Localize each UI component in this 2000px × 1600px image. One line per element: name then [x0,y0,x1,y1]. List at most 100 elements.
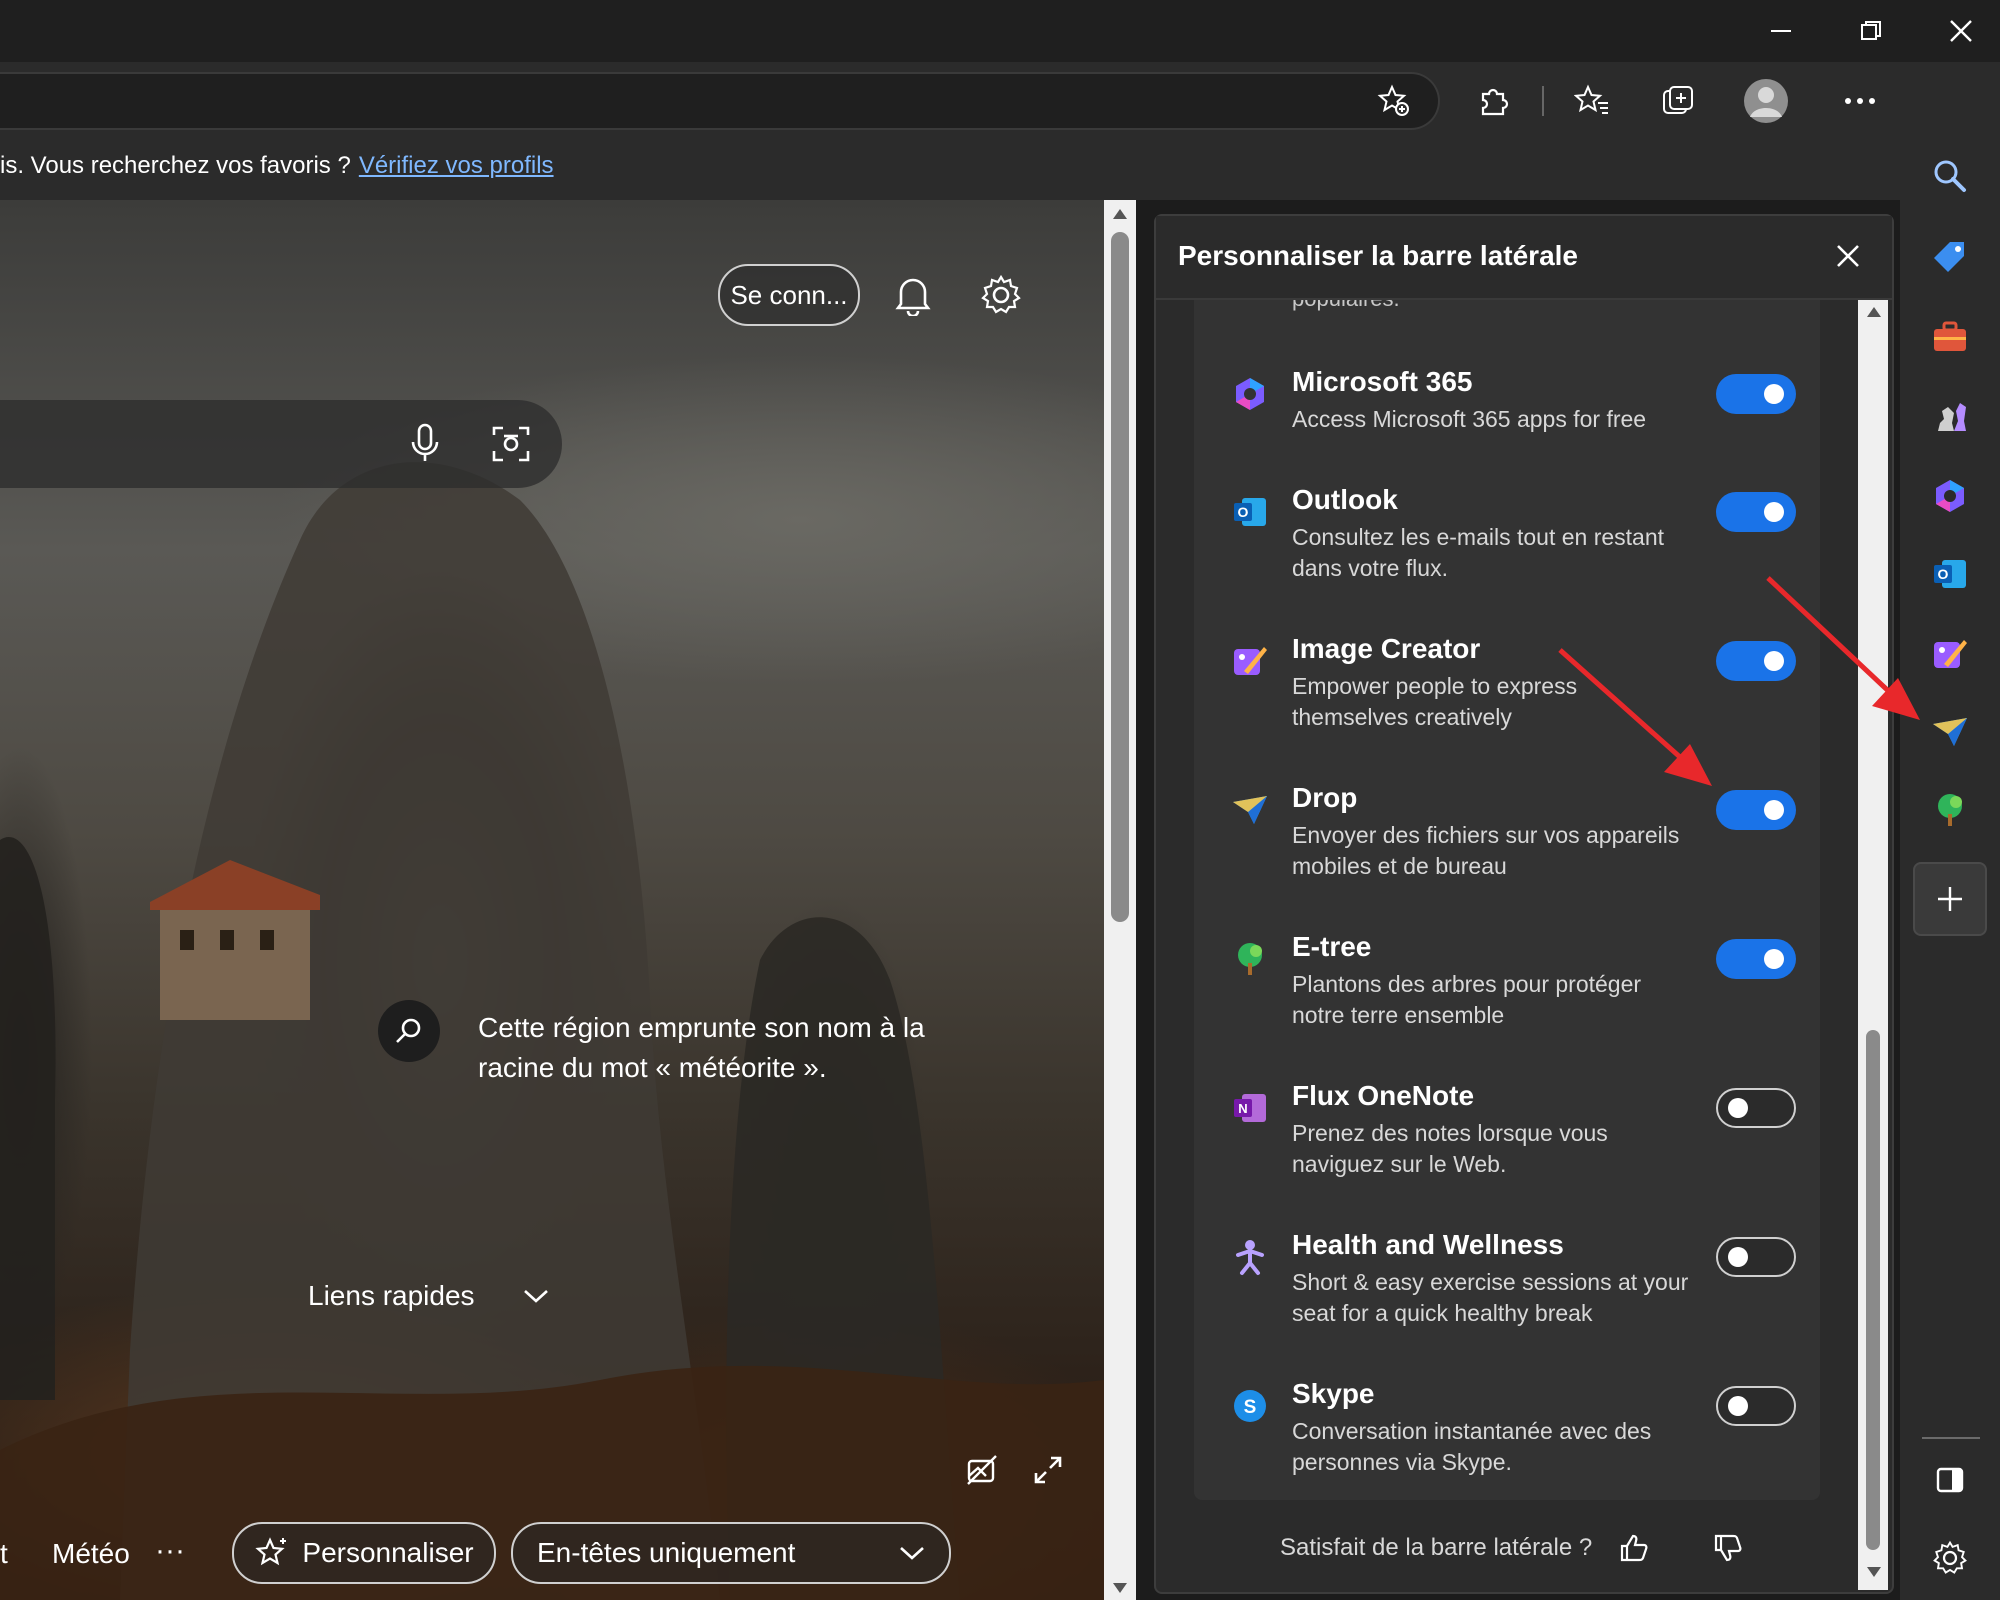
app-desc: Prenez des notes lorsque vous naviguez s… [1292,1120,1608,1177]
add-favorite-button[interactable] [1364,71,1424,131]
page-settings-button[interactable] [976,270,1026,320]
gear-icon [1933,1540,1967,1574]
panel-title: Personnaliser la barre latérale [1178,240,1578,271]
svg-text:S: S [1244,1397,1257,1418]
quick-links-toggle[interactable]: Liens rapides [308,1280,549,1312]
close-window-button[interactable] [1916,0,2000,62]
profile-button[interactable] [1736,71,1796,131]
chevron-down-icon [523,1290,548,1303]
thumbs-up-button[interactable] [1618,1532,1650,1564]
panel-close-button[interactable] [1828,236,1868,276]
search-icon [396,1018,421,1043]
outlook-icon: O [1934,560,1966,588]
collections-icon [1663,86,1693,114]
sidebar-games-button[interactable] [1920,387,1980,447]
feed-tab-cut[interactable]: t [0,1538,8,1570]
toggle-drop[interactable] [1716,790,1796,830]
toggle-outlook[interactable] [1716,492,1796,532]
app-desc: Envoyer des fichiers sur vos appareils m… [1292,822,1680,879]
toggle-skype[interactable] [1716,1386,1796,1426]
app-name: Image Creator [1292,633,1481,664]
fact-search-button[interactable] [378,1000,440,1062]
toggle-image-creator[interactable] [1716,641,1796,681]
sidebar-tools-button[interactable] [1920,307,1980,367]
hide-image-button[interactable] [960,1448,1004,1492]
app-row-image-creator: Image Creator Empower people to express … [1194,633,1820,773]
feed-more-button[interactable]: ··· [155,1534,185,1568]
onenote-icon: N [1234,1094,1266,1122]
sidebar-microsoft365-button[interactable] [1920,466,1980,526]
app-desc: Access Microsoft 365 apps for free [1292,406,1647,432]
favorites-button[interactable] [1562,71,1622,131]
minimize-button[interactable] [1736,0,1826,62]
collections-button[interactable] [1648,71,1708,131]
personalize-label: Personnaliser [302,1537,474,1568]
quick-links-label: Liens rapides [308,1280,475,1311]
close-icon [1950,20,1972,42]
content-visibility-value: En-têtes uniquement [537,1537,796,1568]
image-creator-icon [1934,640,1967,668]
toggle-health[interactable] [1716,1237,1796,1277]
toggle-knob [1728,1396,1748,1416]
tag-icon [1934,242,1964,272]
restore-button[interactable] [1826,0,1916,62]
toggle-onenote[interactable] [1716,1088,1796,1128]
toggle-microsoft365[interactable] [1716,374,1796,414]
expand-image-button[interactable] [1026,1448,1070,1492]
personalize-button[interactable]: Personnaliser [232,1522,496,1584]
games-icon [1938,403,1966,431]
panel-scroll-up[interactable] [1866,306,1882,318]
panel-scroll-down[interactable] [1866,1566,1882,1578]
more-options-button[interactable] [1830,71,1890,131]
puzzle-icon [1481,88,1509,116]
sidebar-add-button[interactable] [1913,862,1987,936]
app-desc: Conversation instantanée avec des person… [1292,1418,1652,1475]
minimize-icon [1771,30,1791,32]
sidebar-divider [1922,1437,1980,1439]
sidebar-etree-button[interactable] [1920,780,1980,840]
sidebar-settings-button[interactable] [1920,1528,1980,1588]
health-icon [1236,1240,1264,1275]
sidebar-image-creator-button[interactable] [1920,624,1980,684]
app-desc: Plantons des arbres pour protéger notre … [1292,971,1642,1028]
notifications-button[interactable] [888,270,938,320]
thumbs-down-button[interactable] [1712,1532,1744,1564]
page-scroll-up[interactable] [1112,208,1128,220]
app-name: E-tree [1292,931,1372,962]
signin-button[interactable]: Se conn... [718,264,860,326]
feedback-label: Satisfait de la barre latérale ? [1280,1534,1593,1561]
etree-icon [1938,794,1962,826]
sidebar-drop-button[interactable] [1920,702,1980,762]
voice-search-button[interactable] [400,418,450,468]
svg-text:O: O [1938,566,1949,582]
page-scroll-thumb[interactable] [1111,232,1129,922]
app-name: Skype [1292,1378,1375,1409]
bell-icon [895,278,931,316]
sidebar-hide-button[interactable] [1920,1450,1980,1510]
favorites-icon [1574,84,1608,114]
visual-search-button[interactable] [486,418,536,468]
extensions-button[interactable] [1464,71,1524,131]
outlook-icon: O [1234,498,1266,526]
panel-scroll-thumb[interactable] [1866,1030,1880,1550]
chevron-down-icon [900,1547,924,1560]
monastery-image [150,860,320,1020]
drop-icon [1233,796,1267,824]
sidebar-outlook-button[interactable]: O [1920,544,1980,604]
microsoft365-icon [1936,480,1964,512]
page-scroll-down[interactable] [1112,1582,1128,1594]
search-icon [1934,160,1966,192]
image-fact-text[interactable]: Cette région emprunte son nom à la racin… [478,1008,958,1088]
web-search-box[interactable] [0,400,562,488]
skype-icon: S [1234,1390,1266,1422]
content-visibility-select[interactable]: En-têtes uniquement [511,1522,951,1584]
sparkle-star-icon [255,1537,287,1566]
toolbar-divider [1542,86,1544,116]
verify-profiles-link[interactable]: Vérifiez vos profils [359,152,554,179]
toggle-etree[interactable] [1716,939,1796,979]
sidebar-search-button[interactable] [1920,146,1980,206]
sidebar-shopping-button[interactable] [1920,228,1980,288]
address-bar[interactable] [0,72,1440,130]
app-name: Outlook [1292,484,1398,515]
meteo-tab[interactable]: Météo [52,1538,130,1570]
